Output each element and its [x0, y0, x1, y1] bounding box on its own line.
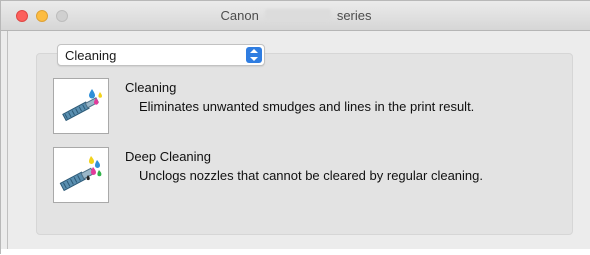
cleaning-description: Eliminates unwanted smudges and lines in…: [139, 99, 475, 114]
printer-utility-window: Canon series Cleaning Eliminates unwante…: [0, 0, 590, 255]
left-edge-divider: [7, 31, 8, 255]
deep-cleaning-description: Unclogs nozzles that cannot be cleared b…: [139, 168, 483, 183]
cleaning-icon: [62, 89, 102, 122]
maintenance-panel: Cleaning Eliminates unwanted smudges and…: [36, 53, 573, 235]
main-content: Cleaning Eliminates unwanted smudges and…: [1, 31, 590, 255]
cleaning-title: Cleaning: [125, 80, 177, 95]
redacted-model-name: [264, 9, 331, 21]
window-bottom-edge: [1, 249, 590, 255]
function-dropdown[interactable]: Cleaning: [57, 44, 265, 66]
title-bar[interactable]: Canon series: [1, 1, 590, 31]
dropdown-selected-label: Cleaning: [65, 48, 117, 63]
deep-cleaning-button[interactable]: [53, 147, 109, 203]
deep-cleaning-title: Deep Cleaning: [125, 149, 212, 164]
window-title-suffix: series: [336, 8, 372, 23]
window-title: Canon series: [1, 8, 590, 23]
cleaning-button[interactable]: [53, 78, 109, 134]
window-title-brand: Canon: [220, 8, 259, 23]
deep-cleaning-icon: [59, 156, 102, 192]
dropdown-arrows-icon[interactable]: [246, 47, 262, 63]
